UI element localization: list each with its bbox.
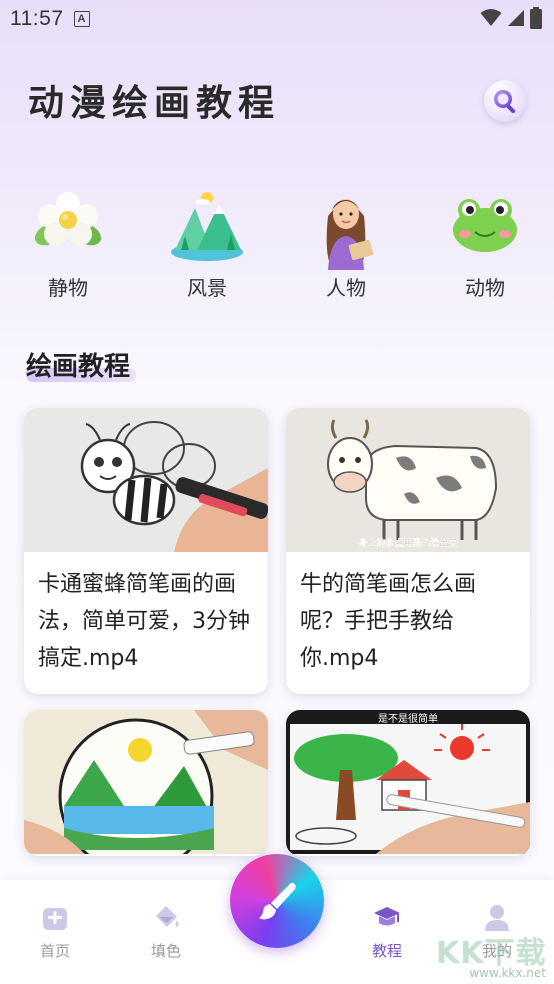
category-row: 静物 风景 人物 动物 (0, 186, 554, 306)
draw-fab-button[interactable] (230, 854, 324, 948)
search-icon (494, 90, 516, 114)
status-time: 11:57 (10, 7, 64, 30)
category-label: 静物 (48, 276, 88, 300)
page-title: 动漫绘画教程 (28, 82, 281, 124)
frog-icon (445, 186, 525, 266)
mountain-landscape-icon (167, 186, 247, 266)
nav-tutorials[interactable]: 教程 (352, 902, 422, 961)
category-label: 风景 (187, 276, 227, 300)
category-people[interactable]: 人物 (296, 186, 396, 301)
search-button[interactable] (484, 80, 526, 122)
tree-house-drawing-thumbnail: 是不是很简单 (286, 710, 530, 854)
tutorial-card[interactable] (24, 710, 268, 856)
graduation-cap-icon (374, 907, 400, 926)
section-title: 绘画教程 (26, 352, 131, 382)
battery-icon (530, 7, 542, 29)
nav-label: 教程 (371, 942, 402, 960)
woman-figure-icon (306, 186, 386, 270)
flower-icon (28, 186, 108, 266)
tutorial-card[interactable]: 是不是很简单 (286, 710, 530, 856)
category-animals[interactable]: 动物 (435, 186, 535, 301)
tutorial-title: 卡通蜜蜂简笔画的画法，简单可爱，3分钟搞定.mp4 (38, 572, 250, 671)
nav-coloring[interactable]: 填色 (131, 902, 201, 961)
nav-home[interactable]: 首页 (20, 902, 90, 961)
signal-icon (508, 10, 524, 26)
tutorial-card[interactable]: 身上的斑点用黑色涂出来 牛的简笔画怎么画呢？手把手教给你.mp4 (286, 408, 530, 694)
paintbrush-icon (259, 882, 296, 920)
thumbnail-caption: 身上的斑点用黑色涂出来 (358, 537, 457, 549)
watermark-url: www.kkx.net (469, 966, 546, 980)
wifi-icon (480, 9, 502, 26)
status-bar: 11:57 A (0, 0, 554, 38)
thumbnail-caption: 是不是很简单 (378, 712, 438, 725)
category-landscape[interactable]: 风景 (157, 186, 257, 301)
category-label: 动物 (465, 276, 505, 300)
cow-drawing-thumbnail: 身上的斑点用黑色涂出来 (286, 408, 530, 552)
landscape-circle-drawing-thumbnail (24, 710, 268, 854)
nav-label: 首页 (39, 942, 70, 960)
status-icons (480, 7, 542, 29)
notification-icon: A (73, 11, 90, 27)
category-still-life[interactable]: 静物 (18, 186, 118, 301)
category-label: 人物 (326, 276, 366, 300)
tutorial-title: 牛的简笔画怎么画呢？手把手教给你.mp4 (300, 572, 477, 671)
home-icon (43, 908, 67, 930)
paint-bucket-icon (156, 906, 179, 927)
nav-label: 填色 (150, 942, 181, 960)
tutorial-card[interactable]: 卡通蜜蜂简笔画的画法，简单可爱，3分钟搞定.mp4 (24, 408, 268, 694)
bee-drawing-thumbnail (24, 408, 268, 552)
